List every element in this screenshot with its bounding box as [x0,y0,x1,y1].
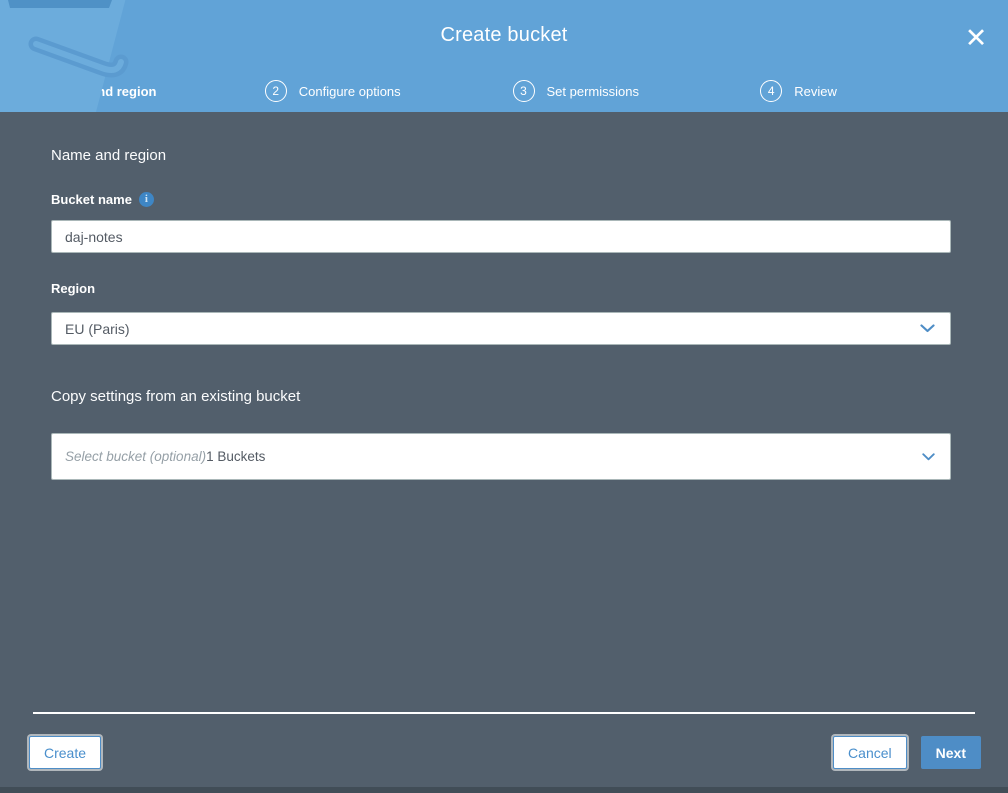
footer-right-buttons: Cancel Next [833,736,981,769]
region-select-value: EU (Paris) [65,320,130,337]
step-name-and-region[interactable]: 1 Name and region [17,80,265,102]
copy-settings-select[interactable]: Select bucket (optional) 1 Buckets [51,433,951,480]
copy-settings-placeholder: Select bucket (optional) [65,449,207,464]
modal-footer: Create Cancel Next [0,712,1008,787]
step-3-circle: 3 [512,80,535,102]
step-3-label: Set permissions [546,83,639,99]
step-1-label: Name and region [51,83,157,99]
step-indicator: 1 Name and region 2 Configure options 3 … [0,70,1008,112]
section-heading-copy-settings: Copy settings from an existing bucket [51,388,301,405]
cancel-button[interactable]: Cancel [833,736,907,769]
chevron-down-icon [920,324,935,333]
bucket-name-label: Bucket name i [51,192,951,207]
region-label-text: Region [51,281,96,296]
step-4-circle: 4 [760,80,783,102]
bucket-name-label-text: Bucket name [51,192,132,207]
step-2-circle: 2 [264,80,287,102]
region-label: Region [51,281,951,296]
modal-body: Name and region Bucket name i Region EU … [0,112,1008,480]
create-button[interactable]: Create [29,736,102,769]
chevron-down-icon [922,452,935,460]
copy-settings-bucket-count: 1 Buckets [206,449,266,464]
step-4-label: Review [794,83,837,99]
step-2-label: Configure options [298,83,401,99]
bottom-strip [0,787,1008,793]
step-configure-options[interactable]: 2 Configure options [264,80,513,102]
footer-buttons: Create Cancel Next [0,714,1008,787]
region-select[interactable]: EU (Paris) [51,312,951,345]
next-button[interactable]: Next [920,736,981,769]
step-review[interactable]: 4 Review [760,80,1008,102]
section-heading-name-and-region: Name and region [51,147,167,164]
info-icon[interactable]: i [138,192,154,207]
create-bucket-modal: Create bucket ✕ 1 Name and region 2 Conf… [0,0,1008,793]
modal-header: Create bucket ✕ 1 Name and region 2 Conf… [0,0,1008,112]
modal-titlebar: Create bucket [0,0,1008,70]
step-set-permissions[interactable]: 3 Set permissions [512,80,761,102]
step-1-circle: 1 [17,80,39,102]
bucket-name-input[interactable] [51,220,951,253]
close-icon[interactable]: ✕ [960,22,992,54]
modal-title: Create bucket [440,23,568,46]
